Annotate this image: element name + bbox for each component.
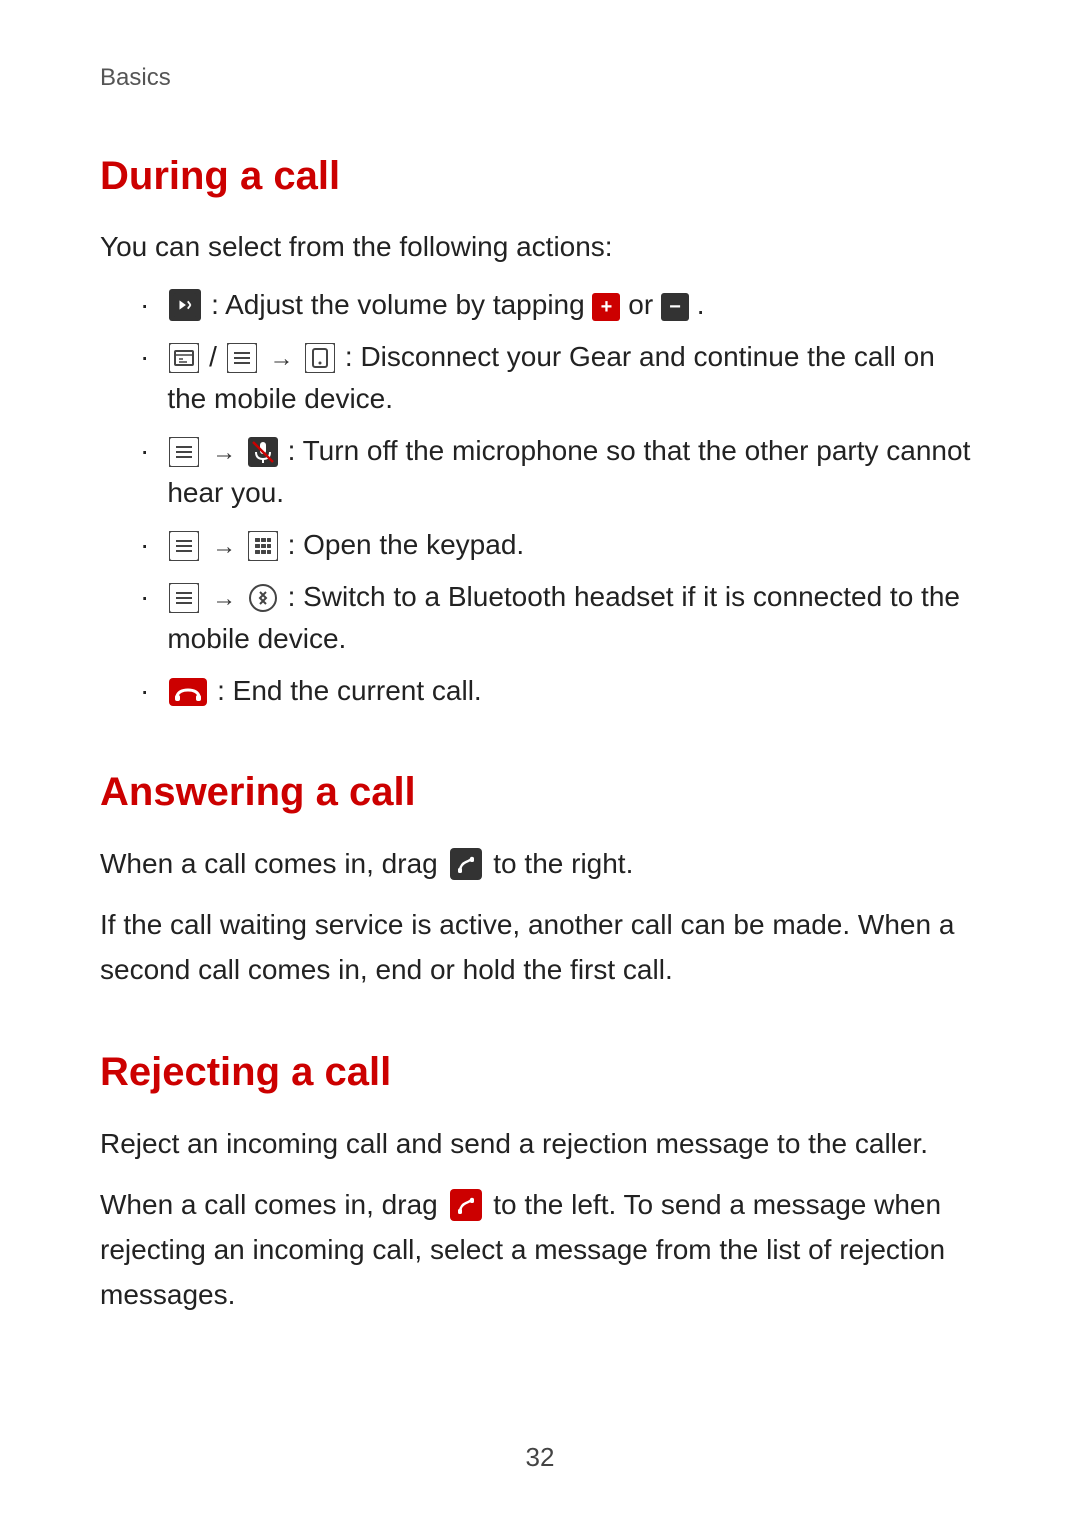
list-item: · → : Switch to a Bluetooth headset if i… [100, 576, 980, 660]
reject-drag-icon [450, 1189, 482, 1221]
bullet-keypad-content: → : Open the keypad. [167, 524, 980, 566]
page-number: 32 [526, 1438, 555, 1477]
rejecting-a-call-title: Rejecting a call [100, 1042, 980, 1102]
page-label: Basics [100, 60, 980, 96]
menu-icon-1 [227, 343, 257, 373]
bluetooth-icon [248, 583, 278, 613]
bullet-dot: · [140, 576, 149, 618]
rejecting-a-call-section: Rejecting a call Reject an incoming call… [100, 1042, 980, 1317]
bullet-bluetooth-content: → : Switch to a Bluetooth headset if it … [167, 576, 980, 660]
bullet-dot: · [140, 430, 149, 472]
rejecting-paragraph-1: Reject an incoming call and send a rejec… [100, 1122, 980, 1167]
volume-svg [173, 292, 197, 318]
bullet-volume-content: : Adjust the volume by tapping + or − . [167, 284, 980, 326]
answering-a-call-section: Answering a call When a call comes in, d… [100, 762, 980, 992]
phone-icon-1 [305, 343, 335, 373]
during-a-call-intro: You can select from the following action… [100, 226, 980, 268]
end-call-text: : End the current call. [217, 675, 482, 706]
gear-phone-icon [169, 343, 199, 373]
answering-p1-before: When a call comes in, drag [100, 848, 438, 879]
or-text: or [628, 289, 661, 320]
during-a-call-section: During a call You can select from the fo… [100, 146, 980, 712]
bullet-disconnect-content: / → : Disconnect your Gear and continue … [167, 336, 980, 420]
arrow-text-2: → [212, 439, 243, 466]
answering-paragraph-2: If the call waiting service is active, a… [100, 903, 980, 993]
mic-off-icon [248, 437, 278, 467]
list-item: · / → [100, 336, 980, 420]
rejecting-paragraph-2: When a call comes in, drag to the left. … [100, 1183, 980, 1317]
minus-icon: − [661, 293, 689, 321]
bullet-dot: · [140, 524, 149, 566]
bluetooth-text: : Switch to a Bluetooth headset if it is… [167, 581, 960, 654]
arrow-text-3: → [212, 533, 243, 560]
during-a-call-bullets: · : Adjust the volume by tapping + or [100, 284, 980, 712]
keypad-icon [248, 531, 278, 561]
list-item: · → : Turn off the mi [100, 430, 980, 514]
bullet-dot: · [140, 336, 149, 378]
bullet-mute-content: → : Turn off the microphone so that the … [167, 430, 980, 514]
menu-icon-4 [169, 583, 199, 613]
keypad-text: : Open the keypad. [288, 529, 525, 560]
bullet-end-content: : End the current call. [167, 670, 980, 712]
during-a-call-title: During a call [100, 146, 980, 206]
end-call-icon [169, 678, 207, 706]
plus-icon: + [592, 293, 620, 321]
menu-icon-2 [169, 437, 199, 467]
volume-icon [169, 289, 201, 321]
list-item: · : Adjust the volume by tapping + or [100, 284, 980, 326]
answer-drag-icon [450, 848, 482, 880]
arrow-text-1: → [269, 345, 300, 372]
menu-icon-3 [169, 531, 199, 561]
volume-text-after: . [697, 289, 705, 320]
bullet-dot: · [140, 284, 149, 326]
list-item: · → [100, 524, 980, 566]
list-item: · : End the current call. [100, 670, 980, 712]
answering-a-call-title: Answering a call [100, 762, 980, 822]
arrow-text-4: → [212, 585, 243, 612]
answering-paragraph-1: When a call comes in, drag to the right. [100, 842, 980, 887]
slash-text: / [209, 341, 225, 372]
mute-text: : Turn off the microphone so that the ot… [167, 435, 970, 508]
answering-p1-after: to the right. [493, 848, 633, 879]
volume-text-before: : Adjust the volume by tapping [211, 289, 592, 320]
rejecting-p2-before: When a call comes in, drag [100, 1189, 438, 1220]
bullet-dot: · [140, 670, 149, 712]
